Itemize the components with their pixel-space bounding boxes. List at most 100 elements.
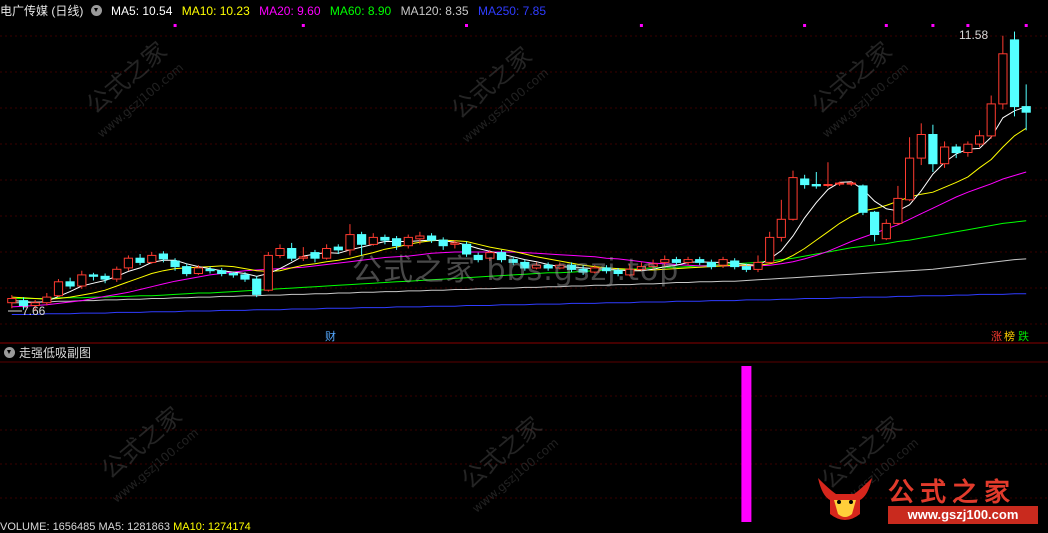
candle: [858, 184, 868, 216]
candle: [986, 95, 996, 139]
candle-body: [1021, 106, 1031, 113]
site-logo: 公式之家 www.gszj100.com: [810, 470, 1046, 528]
candle-body: [951, 146, 961, 154]
candle-body: [718, 259, 728, 266]
candle-body: [730, 260, 740, 268]
candle-body: [893, 197, 903, 224]
candle-body: [368, 236, 378, 245]
candle: [753, 255, 763, 273]
logo-url[interactable]: www.gszj100.com: [888, 506, 1038, 524]
top-marker: [173, 24, 177, 27]
candle-body: [928, 134, 938, 165]
candle-body: [427, 235, 437, 241]
candle-body: [123, 257, 134, 269]
candle: [298, 247, 308, 261]
candle-body: [415, 235, 425, 240]
candle-body: [287, 248, 297, 259]
candle: [765, 231, 775, 264]
candle: [53, 279, 64, 298]
candle-body: [158, 253, 169, 260]
candle-body: [252, 278, 262, 295]
candle-body: [147, 254, 157, 263]
candle-body: [100, 275, 110, 280]
candle: [1021, 84, 1031, 131]
candle-body: [65, 281, 75, 287]
candle-body: [870, 211, 880, 236]
high-price-label: 11.58: [959, 28, 989, 42]
candle: [275, 244, 285, 259]
bull-logo-icon: [818, 478, 872, 520]
top-marker: [884, 24, 888, 27]
candle: [998, 35, 1008, 110]
logo-text: 公式之家: [888, 478, 1017, 508]
candle: [310, 249, 320, 263]
top-marker: [1024, 24, 1028, 27]
top-marker: [966, 24, 970, 27]
candle-body: [53, 281, 64, 297]
candle: [217, 267, 227, 277]
candle: [788, 170, 798, 221]
volume-ma5: MA5: 1281863: [98, 521, 171, 533]
candle-body: [835, 182, 845, 185]
candle: [928, 124, 938, 172]
candle: [893, 185, 903, 225]
candle: [77, 270, 87, 289]
candle-body: [695, 259, 705, 263]
candle-body: [998, 53, 1008, 105]
subchart-settings-icon[interactable]: [4, 347, 15, 359]
top-marker: [931, 24, 935, 27]
rank-badge[interactable]: 榜: [1004, 330, 1015, 344]
candle-body: [217, 270, 227, 275]
candle: [730, 258, 740, 270]
top-marker: [803, 24, 807, 27]
candle: [65, 277, 75, 289]
candle-body: [240, 274, 250, 280]
candle-body: [776, 218, 786, 238]
candle-body: [275, 248, 285, 256]
top-marker: [639, 24, 643, 27]
candle: [963, 141, 973, 157]
candle: [975, 130, 985, 147]
volume-ma10: MA10: 1274174: [173, 521, 251, 533]
candle: [135, 254, 145, 266]
candle-body: [916, 134, 926, 159]
candle: [88, 272, 99, 281]
candle: [823, 162, 833, 188]
candle-body: [112, 268, 122, 280]
candle-body: [765, 236, 775, 263]
subchart-title-text: 走强低吸副图: [19, 346, 92, 360]
candle-body: [205, 268, 215, 272]
low-price-label: 7.66: [22, 304, 46, 318]
candle-body: [182, 266, 192, 275]
candle-body: [88, 274, 99, 277]
candle-body: [683, 259, 693, 263]
candle: [800, 174, 810, 189]
volume-value: VOLUME: 1656485: [0, 521, 96, 533]
candle: [100, 273, 110, 284]
candle-body: [811, 184, 821, 187]
candle-body: [333, 246, 343, 251]
candle-body: [380, 236, 390, 241]
candle-body: [77, 274, 87, 287]
candle-body: [135, 257, 145, 263]
candle-body: [741, 266, 751, 270]
volume-legend: VOLUME: 1656485 MA5: 1281863 MA10: 12741…: [0, 521, 251, 533]
top-marker: [301, 24, 305, 27]
candle: [112, 266, 122, 282]
candle-body: [228, 273, 239, 276]
candle-body: [858, 185, 868, 213]
candle: [905, 137, 915, 202]
candle-body: [788, 177, 798, 220]
candle: [182, 263, 192, 277]
candle-body: [7, 298, 17, 304]
candle: [683, 256, 693, 266]
finance-badge[interactable]: 财: [325, 330, 336, 344]
candle-body: [753, 261, 763, 270]
rise-badge[interactable]: 涨: [991, 330, 1002, 344]
candle: [776, 199, 786, 242]
fall-badge[interactable]: 跌: [1018, 330, 1029, 344]
candle: [147, 251, 157, 264]
candle-body: [881, 222, 891, 240]
candle-body: [310, 252, 320, 259]
candle-body: [170, 260, 180, 268]
